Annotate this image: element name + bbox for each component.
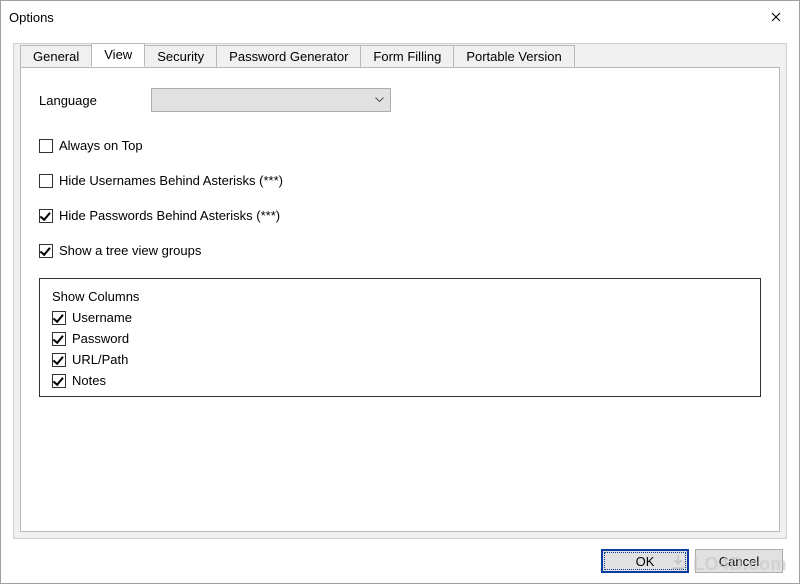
check-tree-view-row: Show a tree view groups [39, 243, 761, 258]
check-label: Password [72, 331, 129, 346]
titlebar: Options [1, 1, 799, 33]
language-row: Language [39, 88, 761, 112]
tab-view[interactable]: View [91, 43, 145, 67]
tab-general[interactable]: General [20, 45, 92, 67]
tab-password-generator[interactable]: Password Generator [216, 45, 361, 67]
client-area: General View Security Password Generator… [13, 43, 787, 539]
tab-label: Form Filling [373, 49, 441, 64]
chevron-down-icon [375, 94, 384, 106]
check-always-on-top[interactable] [39, 139, 53, 153]
show-columns-group: Show Columns Username Password URL/Path … [39, 278, 761, 397]
language-dropdown[interactable] [151, 88, 391, 112]
check-label: Hide Usernames Behind Asterisks (***) [59, 173, 283, 188]
check-tree-view[interactable] [39, 244, 53, 258]
window-title: Options [9, 10, 54, 25]
dialog-footer: OK Cancel [601, 549, 783, 573]
check-hide-passwords[interactable] [39, 209, 53, 223]
tabstrip: General View Security Password Generator… [20, 43, 574, 67]
tab-panel-view: Language Always on Top Hide Usernames Be… [20, 67, 780, 532]
check-label: Username [72, 310, 132, 325]
ok-button[interactable]: OK [601, 549, 689, 573]
check-label: Show a tree view groups [59, 243, 201, 258]
close-icon [771, 12, 781, 22]
cancel-button[interactable]: Cancel [695, 549, 783, 573]
check-label: Notes [72, 373, 106, 388]
col-password-row: Password [52, 331, 748, 346]
tab-label: View [104, 47, 132, 62]
check-col-password[interactable] [52, 332, 66, 346]
tab-form-filling[interactable]: Form Filling [360, 45, 454, 67]
tab-label: Portable Version [466, 49, 561, 64]
col-username-row: Username [52, 310, 748, 325]
check-col-notes[interactable] [52, 374, 66, 388]
tab-label: Security [157, 49, 204, 64]
check-label: Always on Top [59, 138, 143, 153]
tab-security[interactable]: Security [144, 45, 217, 67]
group-title: Show Columns [52, 289, 748, 304]
check-hide-passwords-row: Hide Passwords Behind Asterisks (***) [39, 208, 761, 223]
check-label: URL/Path [72, 352, 128, 367]
tab-label: Password Generator [229, 49, 348, 64]
col-urlpath-row: URL/Path [52, 352, 748, 367]
col-notes-row: Notes [52, 373, 748, 388]
language-label: Language [39, 93, 151, 108]
check-always-on-top-row: Always on Top [39, 138, 761, 153]
check-col-urlpath[interactable] [52, 353, 66, 367]
tab-portable-version[interactable]: Portable Version [453, 45, 574, 67]
tab-label: General [33, 49, 79, 64]
check-hide-usernames-row: Hide Usernames Behind Asterisks (***) [39, 173, 761, 188]
options-dialog: Options General View Security Password G… [0, 0, 800, 584]
check-col-username[interactable] [52, 311, 66, 325]
check-label: Hide Passwords Behind Asterisks (***) [59, 208, 280, 223]
check-hide-usernames[interactable] [39, 174, 53, 188]
close-button[interactable] [753, 1, 799, 33]
